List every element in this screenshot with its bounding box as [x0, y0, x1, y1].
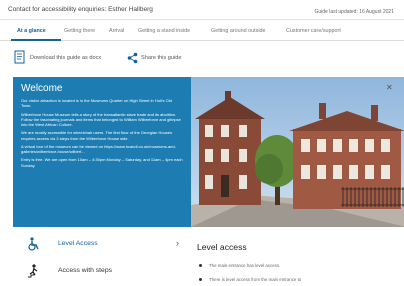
sidebar-item-label: Access with steps	[58, 267, 113, 274]
active-tab-indicator	[11, 39, 61, 41]
list-item: There is level access from the main entr…	[199, 277, 301, 282]
close-icon[interactable]: ✕	[386, 83, 393, 92]
tab-getting-around-outside[interactable]: Getting around outside	[211, 28, 266, 34]
download-guide-link[interactable]: Download this guide as docx	[30, 55, 101, 61]
welcome-paragraph: Our visitor attraction is located is in …	[21, 98, 172, 109]
contact-text: Contact for accessibility enquiries: Est…	[8, 6, 153, 13]
list-item: The main entrance has level access.	[199, 263, 280, 268]
share-icon[interactable]	[127, 51, 138, 69]
welcome-paragraph: We are mostly accessible for wheelchair …	[21, 130, 173, 141]
last-updated-text: Guide last updated: 16 August 2021	[314, 9, 394, 15]
tab-bar: At a glance Getting there Arrival Gettin…	[0, 25, 404, 41]
chevron-right-icon: ›	[176, 238, 179, 248]
tab-getting-a-stand-inside[interactable]: Getting a stand inside	[138, 28, 190, 34]
welcome-panel: Welcome Our visitor attraction is locate…	[13, 77, 191, 227]
share-guide-link[interactable]: Share this guide	[141, 55, 181, 61]
museum-photo	[191, 77, 404, 227]
section-heading: Level access	[197, 242, 247, 252]
wheelchair-icon	[27, 237, 41, 256]
document-icon[interactable]	[14, 50, 25, 69]
tab-arrival[interactable]: Arrival	[109, 28, 124, 34]
guide-actions: Download this guide as docx Share this g…	[0, 50, 404, 66]
sidebar-item-level-access[interactable]: Level Access ›	[15, 234, 190, 254]
tab-at-a-glance[interactable]: At a glance	[17, 28, 46, 34]
top-bar: Contact for accessibility enquiries: Est…	[0, 0, 404, 20]
sidebar-item-label: Level Access	[58, 240, 98, 247]
welcome-paragraph: Wilberforce House Museum tells a story o…	[21, 111, 181, 128]
welcome-paragraph: Entry is free. We are open from 10am – 4…	[21, 157, 183, 168]
welcome-title: Welcome	[21, 83, 63, 94]
hero-section: Welcome Our visitor attraction is locate…	[13, 77, 404, 227]
sidebar-item-access-with-steps[interactable]: Access with steps	[15, 261, 190, 281]
stairs-walker-icon	[27, 264, 41, 283]
tab-getting-there[interactable]: Getting there	[64, 28, 95, 34]
welcome-paragraph: A virtual tour of the museum can be view…	[21, 143, 176, 155]
tab-customer-care[interactable]: Customer care/support	[286, 28, 341, 34]
